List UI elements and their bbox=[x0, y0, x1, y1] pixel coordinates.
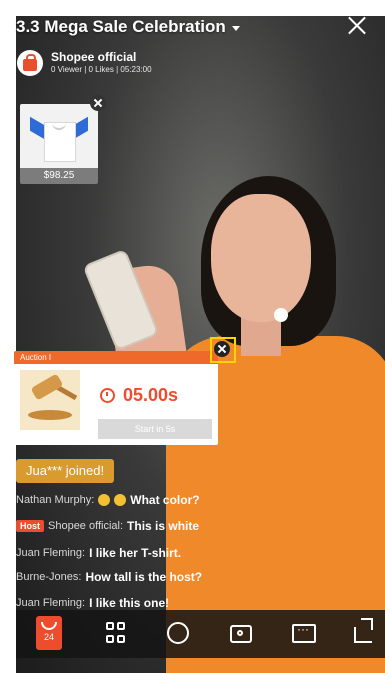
timer-icon bbox=[100, 388, 115, 403]
chat-username: Juan Fleming: bbox=[16, 597, 86, 609]
bottom-toolbar: 24 bbox=[16, 610, 385, 658]
auction-timer: 05.00s bbox=[100, 385, 178, 406]
stream-stats: 0 Viewer | 0 Likes | 05:23:00 bbox=[51, 65, 152, 74]
product-card[interactable]: $98.25 bbox=[20, 104, 98, 184]
joined-notice: Jua*** joined! bbox=[16, 459, 115, 483]
chat-message: Nathan Murphy: What color? bbox=[16, 493, 200, 507]
shop-avatar[interactable] bbox=[17, 50, 43, 76]
auction-start-button[interactable]: Start in 5s bbox=[98, 419, 212, 439]
host-face bbox=[211, 194, 311, 322]
host-neck bbox=[241, 316, 281, 356]
earring bbox=[274, 308, 288, 322]
stream-title-row[interactable]: 3.3 Mega Sale Celebration bbox=[16, 17, 240, 37]
chevron-down-icon[interactable] bbox=[231, 26, 240, 31]
chat-message: Juan Fleming: I like her T-shirt. bbox=[16, 546, 181, 560]
shop-info[interactable]: Shopee official 0 Viewer | 0 Likes | 05:… bbox=[17, 50, 152, 76]
close-icon[interactable] bbox=[347, 15, 367, 35]
host-badge: Host bbox=[16, 520, 44, 532]
shopping-cart-button[interactable]: 24 bbox=[36, 616, 62, 650]
chat-text: How tall is the host? bbox=[85, 570, 203, 584]
chat-message: Burne-Jones: How tall is the host? bbox=[16, 570, 202, 584]
share-icon[interactable] bbox=[354, 627, 372, 643]
chat-text: This is white bbox=[127, 519, 200, 533]
emoji-icon bbox=[98, 494, 111, 506]
chat-message: Host Shopee official: This is white bbox=[16, 519, 199, 533]
camera-icon[interactable] bbox=[230, 625, 252, 643]
cart-count: 24 bbox=[43, 632, 54, 642]
gavel-base bbox=[28, 410, 72, 420]
emoji-reaction-icon[interactable] bbox=[167, 622, 189, 644]
tshirt-image bbox=[30, 114, 88, 162]
auction-card[interactable]: Auction I 05.00s Start in 5s bbox=[14, 351, 218, 445]
shop-name: Shopee official bbox=[51, 50, 137, 64]
chat-username: Burne-Jones: bbox=[16, 571, 82, 583]
chat-icon[interactable] bbox=[292, 622, 316, 643]
gavel-icon bbox=[20, 370, 80, 430]
auction-close-icon[interactable] bbox=[214, 341, 230, 357]
chat-message: Juan Fleming: I like this one! bbox=[16, 596, 169, 610]
product-close-icon[interactable] bbox=[90, 95, 106, 111]
chat-text: I like her T-shirt. bbox=[89, 546, 182, 560]
chat-username: Shopee official: bbox=[48, 520, 124, 532]
product-price: $98.25 bbox=[20, 168, 98, 184]
chat-username: Juan Fleming: bbox=[16, 547, 86, 559]
chat-text: What color? bbox=[130, 493, 200, 507]
gavel-head bbox=[30, 373, 64, 401]
cart-smile-icon bbox=[41, 622, 57, 630]
chat-username: Nathan Murphy: bbox=[16, 494, 95, 506]
shopping-bag-icon bbox=[23, 53, 37, 71]
emoji-icon bbox=[114, 494, 127, 506]
grid-icon[interactable] bbox=[106, 622, 125, 644]
auction-label: Auction I bbox=[14, 351, 218, 364]
chat-text: I like this one! bbox=[89, 596, 170, 610]
timer-value: 05.00s bbox=[123, 385, 179, 405]
stream-title: 3.3 Mega Sale Celebration bbox=[16, 17, 226, 36]
